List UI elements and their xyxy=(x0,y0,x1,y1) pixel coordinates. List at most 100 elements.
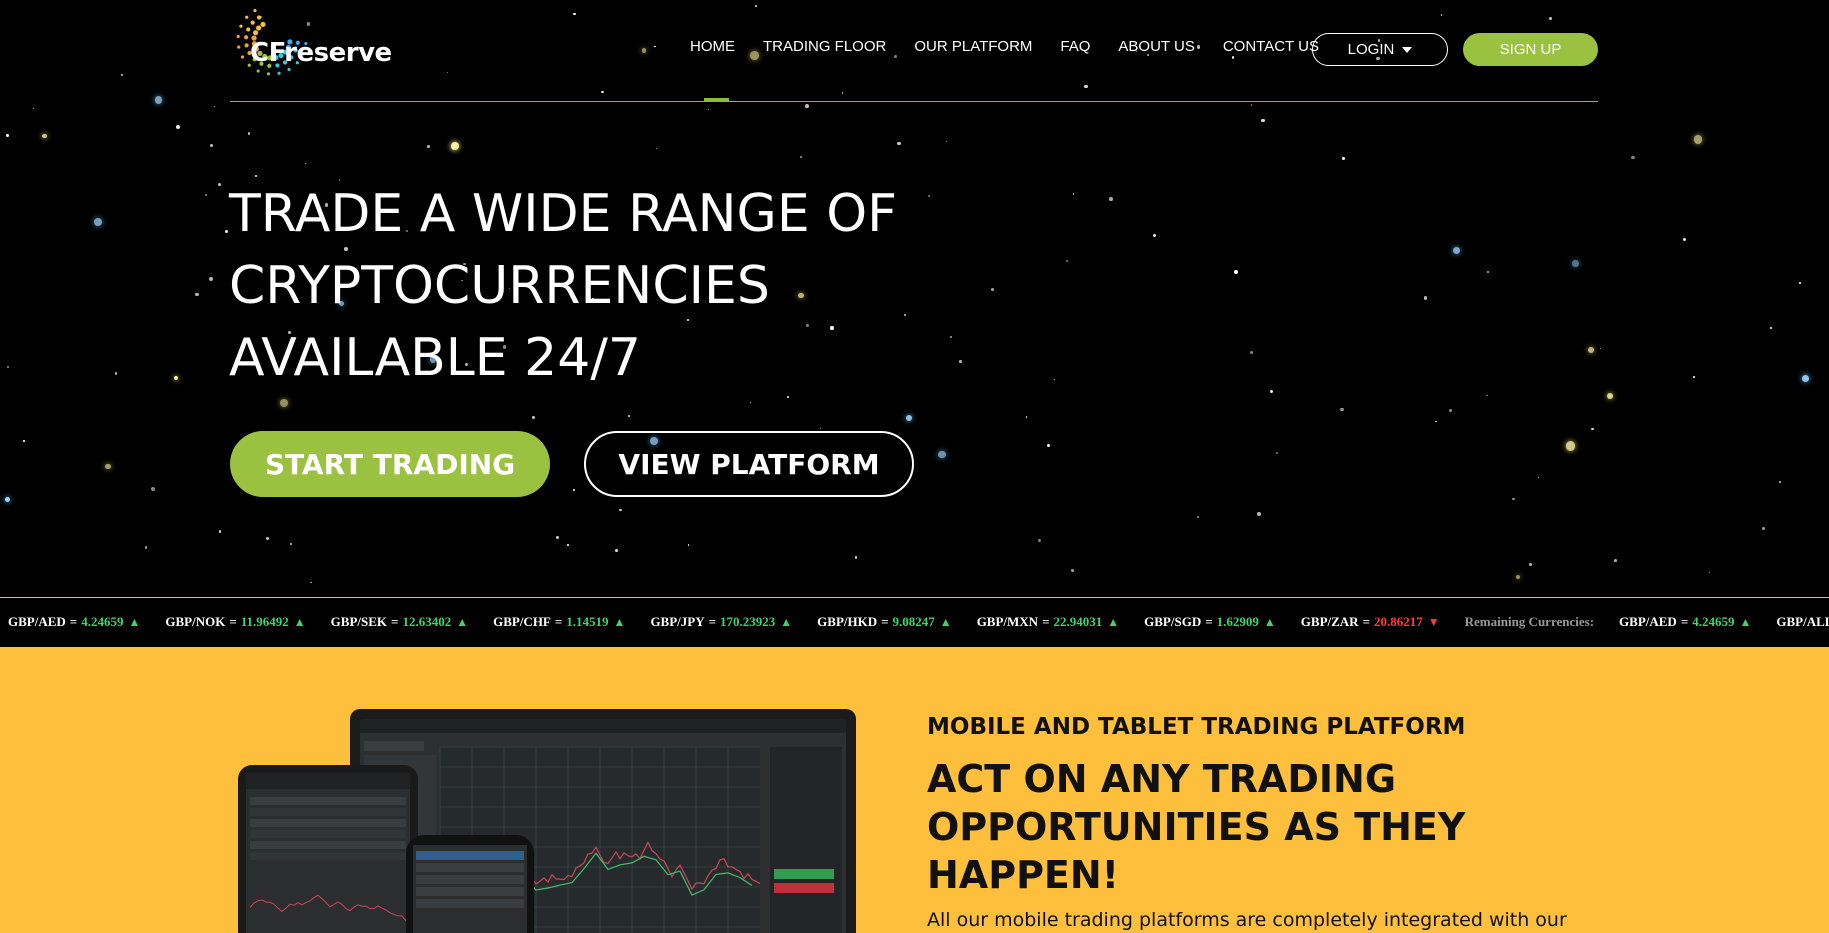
ticker-equals: = xyxy=(229,614,237,629)
ticker-value: 12.63402 xyxy=(402,614,452,629)
ticker-track: GBP/AED = 4.24659 ▲ GBP/NOK = 11.96492 ▲ GBP/SEK… xyxy=(8,614,1829,630)
star xyxy=(1340,407,1344,412)
hero-headline-line: TRADE A WIDE RANGE OF xyxy=(229,184,898,244)
star xyxy=(1249,351,1253,355)
star xyxy=(905,414,913,422)
section-headline: ACT ON ANY TRADING OPPORTUNITIES AS THEY… xyxy=(927,755,1487,899)
section-subtitle: MOBILE AND TABLET TRADING PLATFORM xyxy=(927,714,1466,740)
star xyxy=(1529,562,1533,566)
chevron-down-icon xyxy=(1402,46,1413,53)
tablet-screen-graphic xyxy=(246,773,410,933)
star xyxy=(1440,14,1442,16)
nav-item-trading-floor[interactable]: TRADING FLOOR xyxy=(763,38,886,62)
star xyxy=(1631,156,1635,160)
nav-item-our-platform[interactable]: OUR PLATFORM xyxy=(914,38,1032,62)
star xyxy=(1572,260,1579,267)
star xyxy=(255,175,257,177)
star xyxy=(446,72,448,74)
star xyxy=(218,183,222,187)
star xyxy=(1799,281,1801,284)
star xyxy=(205,193,208,196)
star xyxy=(1565,440,1576,451)
section-headline-line: OPPORTUNITIES AS THEY xyxy=(927,805,1466,849)
star xyxy=(1538,476,1540,479)
view-platform-button[interactable]: VIEW PLATFORM xyxy=(584,431,914,497)
ticker-pair: GBP/MXN xyxy=(976,614,1039,629)
star xyxy=(1066,260,1069,263)
star xyxy=(1257,511,1262,516)
star xyxy=(280,399,289,408)
star xyxy=(218,530,222,533)
star xyxy=(842,92,844,94)
signup-button[interactable]: SIGN UP xyxy=(1463,33,1598,66)
brand-name: CFreserve xyxy=(250,38,392,68)
ticker-pair: GBP/HKD xyxy=(817,614,878,629)
star xyxy=(1599,347,1601,349)
star xyxy=(174,375,179,380)
star xyxy=(618,508,622,512)
nav-item-home[interactable]: HOME xyxy=(690,38,735,62)
login-button[interactable]: LOGIN xyxy=(1312,33,1448,66)
star xyxy=(1587,346,1595,354)
start-trading-button[interactable]: START TRADING xyxy=(230,431,550,497)
star xyxy=(787,395,789,398)
brand-logo[interactable]: CFreserve xyxy=(230,6,400,86)
star xyxy=(154,96,163,104)
star xyxy=(289,542,292,545)
ticker-pair: GBP/SGD xyxy=(1144,614,1202,629)
arrow-up-icon: ▲ xyxy=(1107,614,1120,629)
star xyxy=(1233,270,1238,275)
star xyxy=(120,73,124,77)
star xyxy=(194,292,199,297)
star xyxy=(1072,193,1075,195)
star xyxy=(304,162,307,165)
ticker-equals: = xyxy=(708,614,717,629)
star xyxy=(614,548,618,553)
arrow-up-icon: ▲ xyxy=(293,614,306,629)
ticker-item: GBP/AED = 4.24659 ▲ xyxy=(8,614,140,630)
ticker-pair: GBP/SEK xyxy=(330,614,388,629)
nav-item-faq[interactable]: FAQ xyxy=(1060,38,1090,62)
star xyxy=(1261,118,1265,123)
ticker-value: 22.94031 xyxy=(1053,614,1103,629)
star xyxy=(1196,515,1199,518)
star xyxy=(1548,17,1553,21)
mobile-platform-section: MOBILE AND TABLET TRADING PLATFORM ACT O… xyxy=(0,647,1829,933)
star xyxy=(208,276,213,281)
star xyxy=(819,427,821,429)
nav-item-contact-us[interactable]: CONTACT US xyxy=(1223,38,1319,62)
ticker-value: 4.24659 xyxy=(81,614,124,629)
hero-headline: TRADE A WIDE RANGE OF CRYPTOCURRENCIES A… xyxy=(229,178,1029,394)
star xyxy=(6,365,10,368)
star xyxy=(214,105,216,108)
star xyxy=(1047,443,1051,447)
star xyxy=(804,104,809,109)
star xyxy=(799,155,802,159)
hero-section: CFreserve HOME TRADING FLOOR OUR PLATFOR… xyxy=(0,0,1829,597)
ticker-equals: = xyxy=(1362,614,1370,629)
ticker-equals: = xyxy=(881,614,889,629)
hero-headline-line: AVAILABLE 24/7 xyxy=(229,328,641,388)
star xyxy=(144,546,147,549)
hero-headline-line: CRYPTOCURRENCIES xyxy=(229,256,770,316)
star xyxy=(451,141,460,150)
login-label: LOGIN xyxy=(1347,41,1395,58)
star xyxy=(655,147,658,150)
star xyxy=(23,440,25,442)
star xyxy=(567,544,569,547)
ticker-equals: = xyxy=(69,614,78,629)
tablet-mockup xyxy=(238,765,418,933)
star xyxy=(628,415,631,417)
ticker-item: GBP/SEK = 12.63402 ▲ xyxy=(331,614,468,630)
star xyxy=(1435,420,1437,423)
ticker-value: 20.86217 xyxy=(1374,614,1423,629)
star xyxy=(1770,327,1772,329)
arrow-up-icon: ▲ xyxy=(613,614,626,629)
star xyxy=(750,401,752,403)
star xyxy=(114,371,118,375)
arrow-up-icon: ▲ xyxy=(128,614,141,629)
star xyxy=(1606,392,1613,399)
star xyxy=(855,556,858,559)
nav-item-about-us[interactable]: ABOUT US xyxy=(1118,38,1194,62)
star xyxy=(1275,451,1278,455)
